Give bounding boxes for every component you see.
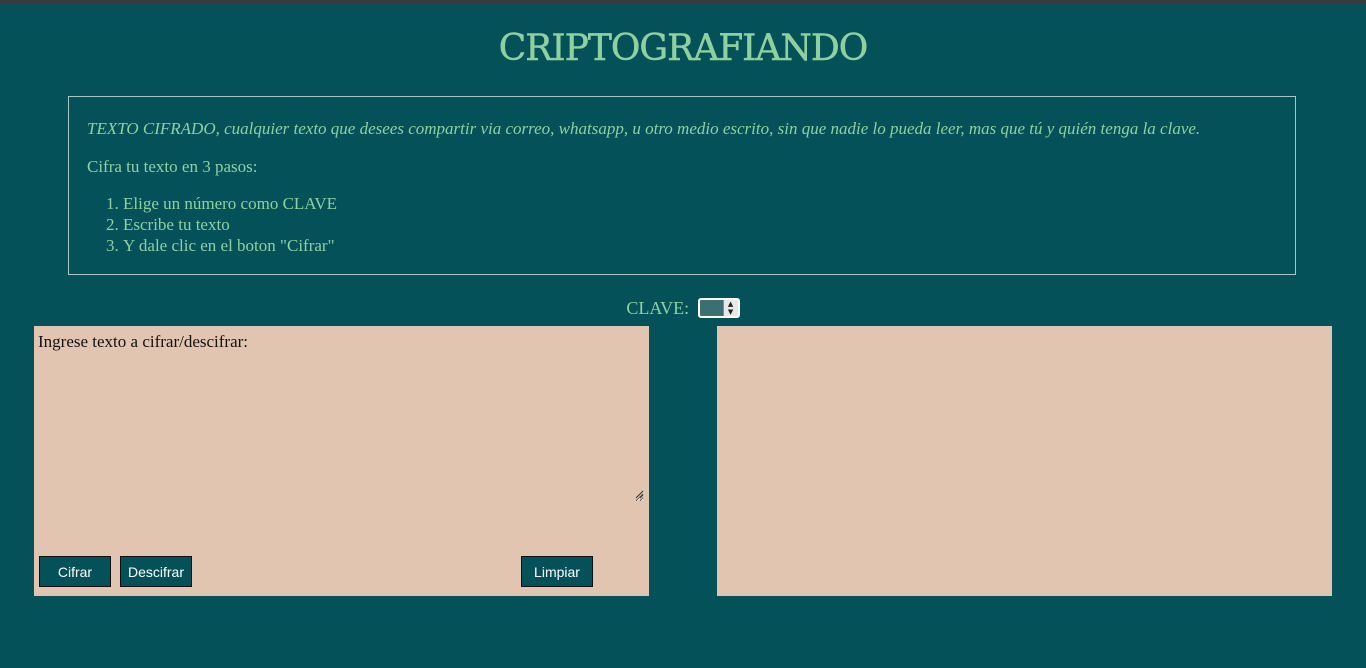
step-item: Elige un número como CLAVE — [123, 193, 1277, 214]
step-item: Y dale clic en el boton "Cifrar" — [123, 235, 1277, 256]
steps-list: Elige un número como CLAVE Escribe tu te… — [87, 193, 1277, 256]
clave-label: CLAVE: — [626, 297, 690, 318]
page-title: CRIPTOGRAFIANDO — [498, 28, 868, 70]
input-textarea[interactable] — [36, 328, 644, 502]
descifrar-button[interactable]: Descifrar — [120, 556, 192, 587]
steps-title: Cifra tu texto en 3 pasos: — [87, 157, 258, 176]
intro-text: TEXTO CIFRADO, cualquier texto que desee… — [87, 119, 1201, 138]
browser-top-bar — [0, 0, 1366, 3]
output-panel — [717, 326, 1332, 596]
input-panel: Cifrar Descifrar Limpiar — [34, 326, 649, 596]
clave-number-input[interactable]: ▲ ▼ — [697, 297, 740, 318]
cifrar-button[interactable]: Cifrar — [39, 556, 111, 587]
limpiar-button[interactable]: Limpiar — [521, 556, 593, 587]
instructions-box: TEXTO CIFRADO, cualquier texto que desee… — [68, 96, 1296, 275]
spinner-arrows-icon[interactable]: ▲ ▼ — [722, 299, 738, 316]
resize-grip-icon[interactable] — [634, 489, 644, 499]
clave-row: CLAVE: ▲ ▼ — [0, 294, 1366, 320]
step-item: Escribe tu texto — [123, 214, 1277, 235]
